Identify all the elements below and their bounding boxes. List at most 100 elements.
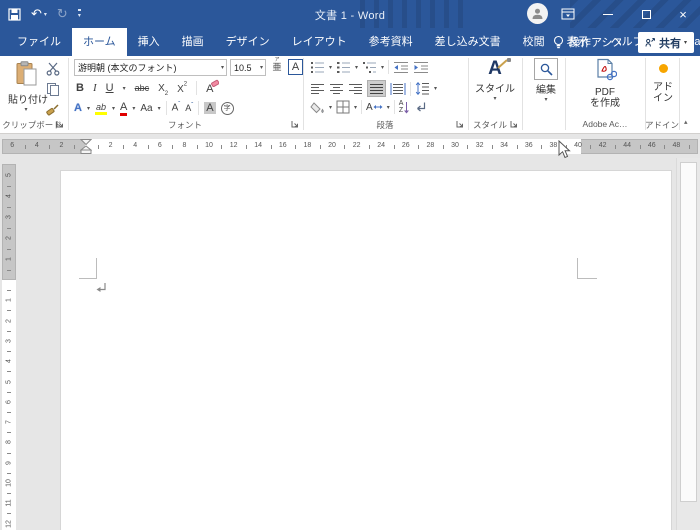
numbering-icon[interactable]: [336, 61, 351, 74]
ruler-number: 18: [303, 142, 312, 149]
italic-button[interactable]: I: [93, 82, 97, 94]
highlight-color-button[interactable]: ab: [94, 102, 107, 115]
tab-6[interactable]: 参考資料: [358, 28, 424, 56]
tab-8[interactable]: 校閲: [512, 28, 556, 56]
sort-button[interactable]: A Z: [399, 100, 411, 114]
scrollbar-thumb[interactable]: [680, 162, 697, 502]
ribbon-display-options-button[interactable]: [551, 0, 585, 28]
scissors-icon: [46, 62, 60, 76]
change-case-button[interactable]: Aa: [140, 103, 152, 114]
borders-dropdown-icon[interactable]: ▾: [354, 104, 357, 111]
bullets-icon[interactable]: [310, 61, 325, 74]
change-case-dropdown-icon[interactable]: ▾: [158, 105, 161, 112]
tab-4[interactable]: デザイン: [215, 28, 281, 56]
multilevel-list-icon[interactable]: [362, 61, 377, 74]
text-effects-button[interactable]: A: [74, 102, 82, 114]
tell-me-assistant[interactable]: 操作アシスト: [552, 28, 621, 56]
justify-button-selected[interactable]: [367, 80, 386, 97]
minimize-button[interactable]: [591, 0, 625, 28]
font-name-combo[interactable]: 游明朝 (本文のフォント) ▾: [74, 59, 227, 76]
tab-7[interactable]: 差し込み文書: [424, 28, 512, 56]
text-effects-dropdown-icon[interactable]: ▾: [87, 105, 90, 112]
document-page[interactable]: [60, 170, 672, 530]
vruler-number: 5: [5, 379, 13, 384]
clear-formatting-button[interactable]: A: [206, 79, 220, 97]
enclose-characters-button[interactable]: 字: [220, 101, 234, 115]
align-left-icon[interactable]: [310, 83, 325, 95]
line-spacing-icon[interactable]: [415, 82, 430, 95]
ruler-tick: [295, 145, 297, 149]
shading-bucket-icon[interactable]: [310, 101, 325, 114]
ruler-number: 16: [278, 142, 287, 149]
styles-button[interactable]: A スタイル ▾: [472, 58, 518, 102]
character-shading-button[interactable]: A: [204, 102, 216, 114]
underline-dropdown-icon[interactable]: ▾: [123, 85, 126, 92]
ruler-number: 34: [500, 142, 509, 149]
minimize-icon: [603, 13, 613, 15]
copy-button[interactable]: [46, 82, 60, 101]
paragraph-group-label: 段落: [376, 120, 394, 130]
character-border-button[interactable]: A: [288, 59, 303, 75]
phonetic-guide-button[interactable]: ア 亜: [271, 58, 283, 72]
shrink-font-button[interactable]: Aˇ: [185, 103, 193, 113]
bold-button[interactable]: B: [76, 82, 84, 94]
font-color-button[interactable]: A: [120, 101, 128, 116]
mini-separator: [198, 101, 200, 115]
addin-button[interactable]: アド イン: [648, 60, 678, 104]
grow-font-button[interactable]: Aˆ: [172, 102, 181, 113]
numbering-dropdown-icon[interactable]: ▾: [355, 64, 358, 71]
font-size-combo[interactable]: 10.5 ▾: [230, 59, 266, 76]
distribute-icon[interactable]: [390, 82, 406, 95]
increase-indent-icon[interactable]: [413, 61, 429, 74]
underline-button[interactable]: U: [106, 82, 114, 94]
horizontal-ruler[interactable]: 6 4 2 2 4 6 8 10 12 14 16 18 20 22 24 26 28 30 32 34 36 38 40 4…: [0, 139, 700, 154]
align-center-icon[interactable]: [329, 83, 344, 95]
group-separator: [303, 58, 304, 130]
shading-dropdown-icon[interactable]: ▾: [329, 104, 332, 111]
close-button[interactable]: ×: [666, 0, 700, 28]
strikethrough-button[interactable]: abc: [135, 83, 150, 93]
character-scaling-button[interactable]: A: [366, 102, 383, 113]
tab-3[interactable]: 描画: [171, 28, 215, 56]
tab-1[interactable]: ホーム: [72, 28, 127, 56]
styles-dropdown-icon: ▾: [493, 96, 497, 102]
align-right-icon[interactable]: [348, 83, 363, 95]
formatting-marks-icon[interactable]: [414, 101, 427, 113]
editing-button[interactable]: 編集 ▾: [529, 58, 563, 103]
account-avatar[interactable]: [527, 3, 548, 24]
mini-separator: [165, 101, 167, 115]
indent-markers[interactable]: [80, 139, 92, 154]
paragraph-dialog-launcher-icon[interactable]: [456, 120, 465, 129]
bullets-dropdown-icon[interactable]: ▾: [329, 64, 332, 71]
tab-5[interactable]: レイアウト: [281, 28, 358, 56]
tab-2[interactable]: 挿入: [127, 28, 171, 56]
scaling-dropdown-icon[interactable]: ▾: [387, 104, 390, 111]
vertical-ruler[interactable]: 5 4 3 2 1 1 2 3 4 5 6 7 8 9 10 11 12: [2, 164, 16, 530]
font-color-dropdown-icon[interactable]: ▾: [132, 105, 135, 112]
superscript-button[interactable]: X2: [177, 79, 187, 97]
clipboard-dialog-launcher-icon[interactable]: [56, 120, 65, 129]
mini-separator: [410, 81, 411, 96]
decrease-indent-icon[interactable]: [393, 61, 409, 74]
borders-icon[interactable]: [336, 100, 350, 114]
styles-dialog-launcher-icon[interactable]: [510, 120, 519, 129]
share-dropdown-icon: ▾: [683, 40, 687, 46]
multilevel-dropdown-icon[interactable]: ▾: [381, 64, 384, 71]
paragraph-mark-icon: [96, 283, 106, 292]
highlight-dropdown-icon[interactable]: ▾: [112, 105, 115, 112]
tab-0[interactable]: ファイル: [6, 28, 72, 56]
vruler-number: 3: [5, 215, 13, 219]
ruler-tick: [221, 145, 223, 149]
paste-button[interactable]: 貼り付け ▾: [8, 60, 48, 116]
share-button[interactable]: 共有 ▾: [638, 32, 694, 53]
font-dialog-launcher-icon[interactable]: [291, 120, 300, 129]
subscript-button[interactable]: X2: [158, 78, 168, 97]
vruler-tick: [7, 269, 11, 271]
collapse-ribbon-button[interactable]: ▴: [684, 118, 688, 126]
line-spacing-dropdown-icon[interactable]: ▾: [434, 85, 437, 92]
maximize-button[interactable]: [629, 0, 663, 28]
vertical-scrollbar[interactable]: [676, 158, 700, 530]
create-pdf-button[interactable]: PDF を作成: [575, 58, 635, 109]
format-painter-brush-icon: [46, 104, 59, 116]
cut-button[interactable]: [46, 62, 60, 81]
